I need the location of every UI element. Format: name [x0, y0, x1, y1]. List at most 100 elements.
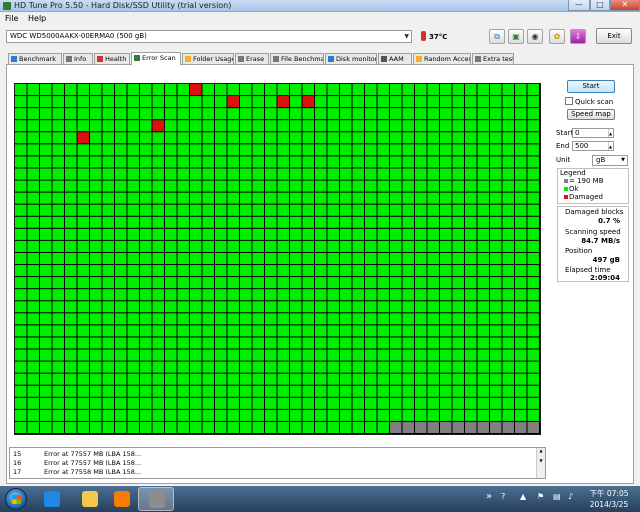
scan-block-ok	[77, 397, 89, 409]
tab-health[interactable]: Health	[94, 53, 130, 64]
scan-block-ok	[402, 252, 414, 265]
scanning-speed-label: Scanning speed	[565, 228, 621, 236]
scan-block-ok	[277, 349, 289, 361]
scan-block-ok	[115, 144, 127, 156]
menu-help[interactable]: Help	[28, 14, 46, 23]
taskbar-item-hdtune[interactable]	[138, 487, 174, 511]
volume-icon[interactable]: ♪	[568, 492, 573, 501]
scan-block-ok	[502, 120, 514, 132]
tab-erase[interactable]: Erase	[235, 53, 269, 64]
tab-disk-monitor[interactable]: Disk monitor	[325, 53, 377, 64]
log-row[interactable]: 16 Error at 77557 MB (LBA 158...	[10, 459, 538, 468]
exit-button[interactable]: Exit	[596, 28, 632, 44]
minimize-button[interactable]: —	[568, 0, 590, 11]
unit-select[interactable]: gB ▼	[592, 155, 628, 166]
scan-block-ok	[15, 361, 27, 373]
quick-scan-checkbox[interactable]	[565, 97, 573, 105]
menu-file[interactable]: File	[5, 14, 18, 23]
scan-block-ok	[40, 277, 52, 289]
scan-block-ok	[440, 289, 452, 301]
scan-block-ok	[465, 277, 477, 289]
scan-block-ok	[65, 349, 77, 361]
scan-block-ok	[165, 120, 177, 132]
scan-block-ok	[427, 252, 439, 265]
scan-block-ok	[165, 240, 177, 252]
scan-block-damaged	[227, 96, 239, 108]
taskbar-item-explorer[interactable]	[72, 487, 108, 511]
windows-logo-icon	[12, 495, 21, 504]
scan-block-ok	[165, 96, 177, 108]
scan-block-ok	[27, 252, 39, 265]
tab-benchmark[interactable]: Benchmark	[8, 53, 62, 64]
scan-block-ok	[52, 397, 64, 409]
scan-block-ok	[302, 108, 314, 120]
scan-block-ok	[77, 289, 89, 301]
update-button[interactable]: ⇩	[570, 29, 586, 44]
options-button[interactable]: ✿	[549, 29, 565, 44]
clock[interactable]: 下午 07:05 2014/3/25	[583, 488, 635, 510]
scan-block-ok	[265, 108, 277, 120]
scan-block-ok	[252, 277, 264, 289]
help-tray-icon[interactable]: ?	[501, 492, 505, 501]
end-input[interactable]: 500 ▲	[572, 141, 614, 151]
scan-block-ok	[102, 84, 114, 96]
tab-aam[interactable]: AAM	[378, 53, 412, 64]
scan-block-ok	[302, 204, 314, 216]
spinner-icon[interactable]: ▲	[608, 129, 613, 137]
tab-random-access[interactable]: Random Access	[413, 53, 471, 64]
scan-block-ok	[240, 96, 252, 108]
scan-block-ok	[127, 361, 139, 373]
save-button[interactable]: ▣	[508, 29, 524, 44]
scan-block-ok	[40, 144, 52, 156]
show-hidden-icons-icon[interactable]: ▲	[520, 492, 526, 501]
scan-block-ok	[502, 240, 514, 252]
scan-block-ok	[165, 373, 177, 385]
tab-folder-usage[interactable]: Folder Usage	[182, 53, 234, 64]
scan-block-ok	[290, 216, 302, 228]
scan-block-ok	[527, 337, 539, 349]
scan-block-ok	[327, 289, 339, 301]
scan-block-ok	[77, 277, 89, 289]
copy-button[interactable]: ⧉	[489, 29, 505, 44]
scan-block-ok	[102, 397, 114, 409]
scan-block-ok	[415, 144, 427, 156]
taskbar-item-media-player[interactable]	[104, 487, 140, 511]
scan-block-ok	[52, 84, 64, 96]
scan-block-ok	[15, 349, 27, 361]
spinner-icon[interactable]: ▲	[608, 142, 613, 150]
drive-select[interactable]: WDC WD5000AAKX-00ERMA0 (500 gB) ▼	[6, 30, 412, 43]
scan-block-ok	[277, 144, 289, 156]
scan-block-ok	[215, 240, 227, 252]
scan-block-ok	[527, 313, 539, 325]
start-button[interactable]: Start	[567, 80, 615, 93]
tab-info[interactable]: Info	[63, 53, 93, 64]
network-icon[interactable]: ▤	[553, 492, 561, 501]
scan-block-ok	[240, 132, 252, 144]
taskbar-item-browser[interactable]	[34, 487, 70, 511]
log-scrollbar[interactable]: ▲ ▼	[536, 448, 545, 478]
scan-block-ok	[52, 361, 64, 373]
scan-block-ok	[115, 252, 127, 265]
screenshot-button[interactable]: ◉	[527, 29, 543, 44]
tab-file-benchmark[interactable]: File Benchmark	[270, 53, 324, 64]
maximize-button[interactable]: □	[590, 0, 610, 11]
scan-block-ok	[465, 228, 477, 240]
error-log-list[interactable]: 15 Error at 77557 MB (LBA 158... 16 Erro…	[9, 447, 546, 479]
speed-map-button[interactable]: Speed map	[567, 109, 615, 120]
scan-block-ok	[202, 361, 214, 373]
ime-indicator-icon[interactable]: »	[486, 491, 492, 502]
log-row[interactable]: 17 Error at 77558 MB (LBA 158...	[10, 468, 538, 477]
start-input[interactable]: 0 ▲	[572, 128, 614, 138]
tab-error-scan[interactable]: Error Scan	[131, 52, 181, 65]
start-button-orb[interactable]	[5, 488, 27, 510]
scan-block-ok	[127, 216, 139, 228]
close-button[interactable]: ✕	[610, 0, 640, 11]
action-center-icon[interactable]: ⚑	[537, 492, 544, 501]
tab-extra-tests[interactable]: Extra tests	[472, 53, 514, 64]
scan-block-ok	[65, 144, 77, 156]
log-row[interactable]: 15 Error at 77557 MB (LBA 158...	[10, 450, 538, 459]
scan-block-ok	[27, 216, 39, 228]
scan-block-ok	[165, 325, 177, 337]
scan-block-ok	[102, 385, 114, 397]
scan-block-ok	[315, 265, 327, 277]
